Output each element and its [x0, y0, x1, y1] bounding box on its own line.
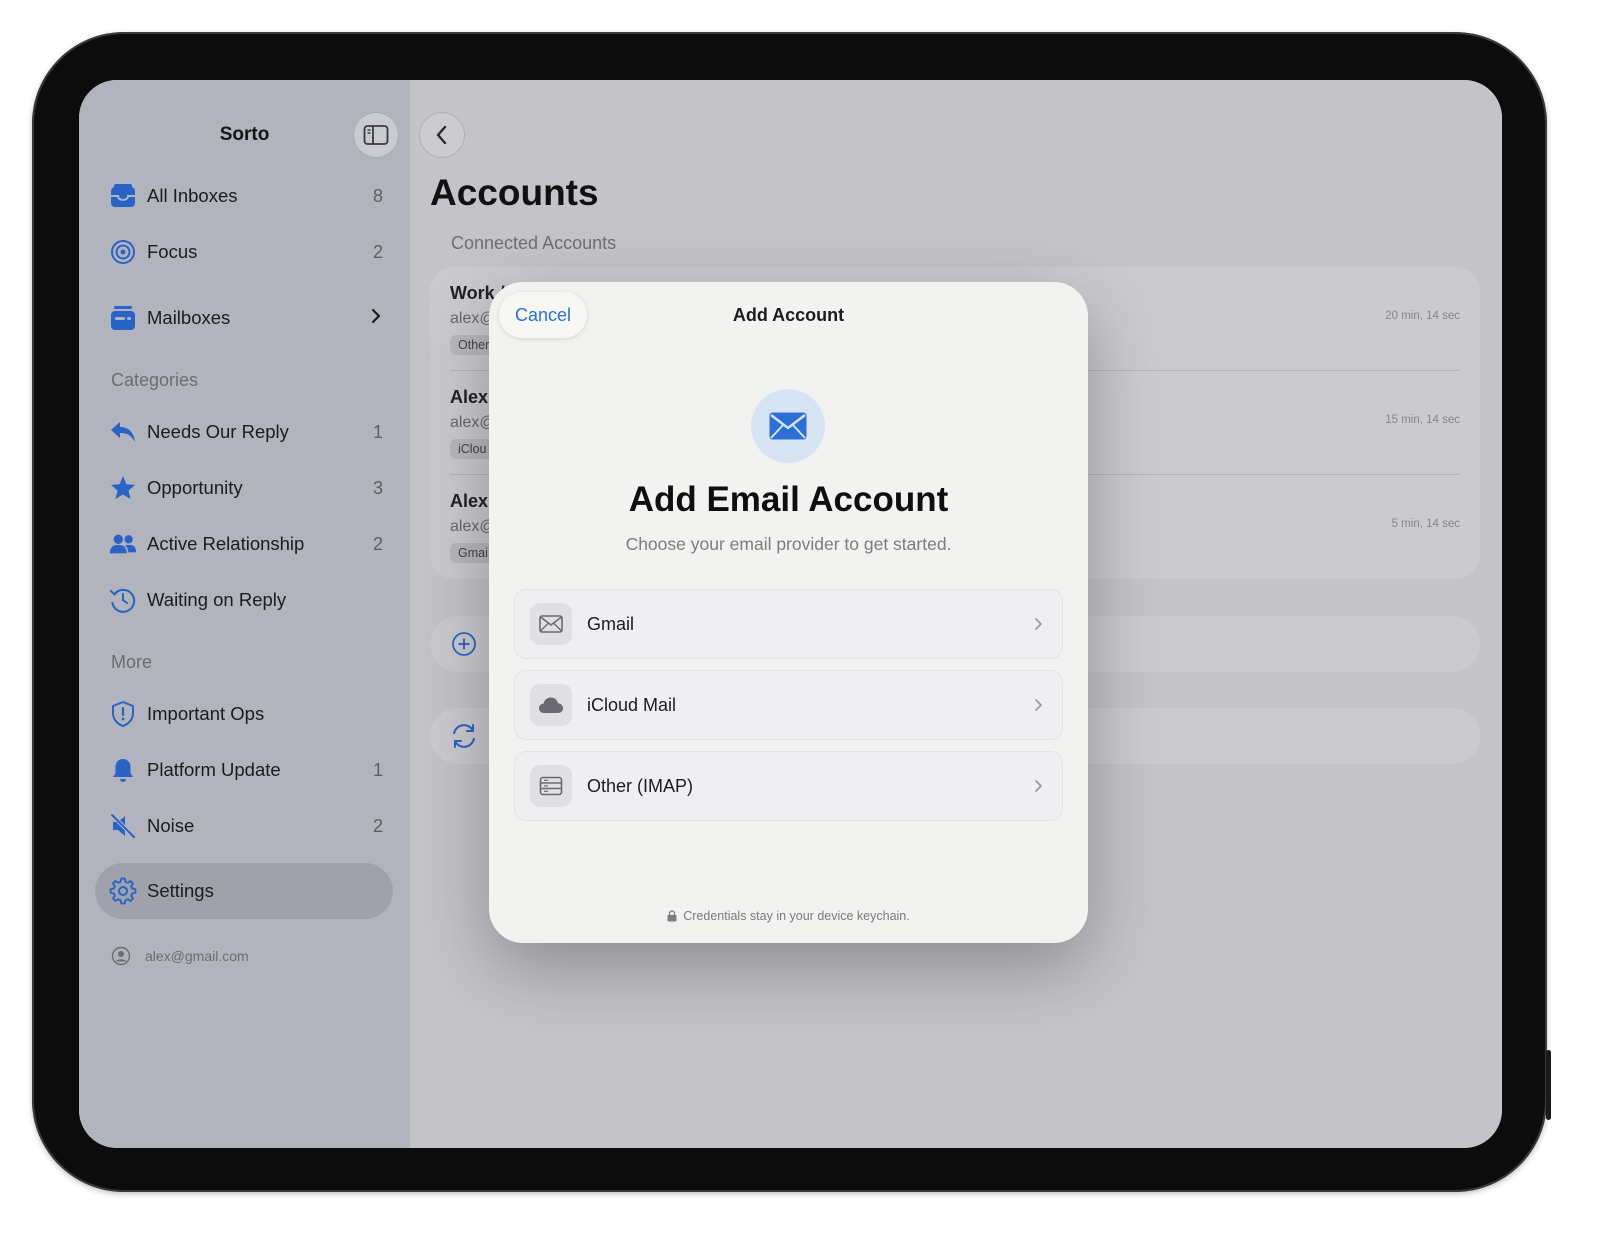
chevron-right-icon	[1026, 616, 1050, 632]
chevron-right-icon	[369, 307, 383, 330]
people-icon	[109, 530, 137, 558]
sidebar-item-focus[interactable]: Focus 2	[109, 232, 384, 272]
provider-tag: iClou	[450, 439, 495, 459]
sidebar-item-label: Needs Our Reply	[147, 421, 289, 442]
count-badge: 1	[372, 421, 383, 442]
shield-alert-icon	[109, 700, 137, 728]
sidebar-item-settings[interactable]: Settings	[109, 871, 384, 911]
tray-icon	[109, 182, 137, 210]
mute-icon	[109, 812, 137, 840]
reply-icon	[109, 418, 137, 446]
chevron-right-icon	[1026, 697, 1050, 713]
sidebar-item-label: All Inboxes	[147, 185, 238, 206]
sidebar-item-noise[interactable]: Noise 2	[109, 806, 384, 846]
provider-label: Other (IMAP)	[587, 775, 694, 796]
sheet-subtitle: Choose your email provider to get starte…	[625, 534, 952, 554]
count-badge: 3	[372, 477, 383, 498]
sidebar-item-important-ops[interactable]: Important Ops	[109, 694, 384, 734]
sidebar-toggle-button[interactable]	[353, 112, 399, 158]
account-name: Alex	[450, 491, 489, 511]
account-name: Alex	[450, 387, 489, 407]
sheet-footer: Credentials stay in your device keychain…	[489, 909, 1088, 923]
provider-option-icloud[interactable]: iCloud Mail	[514, 670, 1063, 740]
connected-accounts-header: Connected Accounts	[451, 233, 617, 253]
target-icon	[109, 238, 137, 266]
sidebar-item-waiting-on-reply[interactable]: Waiting on Reply	[109, 580, 384, 620]
page-title: Accounts	[430, 172, 599, 213]
footer-text: Credentials stay in your device keychain…	[683, 909, 910, 923]
person-circle-icon	[111, 946, 131, 966]
sidebar-item-label: Focus	[147, 241, 198, 262]
sidebar-item-label: Noise	[147, 815, 195, 836]
provider-option-gmail[interactable]: Gmail	[514, 589, 1063, 659]
sidebar: Sorto All Inboxes 8 Focus 2 Mailboxes Ca…	[79, 80, 410, 1148]
back-button[interactable]	[419, 112, 465, 158]
signed-in-account[interactable]: alex@gmail.com	[111, 946, 249, 966]
sync-icon	[450, 722, 478, 750]
count-badge: 2	[372, 533, 383, 554]
count-badge: 8	[372, 185, 383, 206]
lock-icon	[667, 910, 677, 922]
screen: Sorto All Inboxes 8 Focus 2 Mailboxes Ca…	[79, 80, 1502, 1148]
provider-option-imap[interactable]: Other (IMAP)	[514, 751, 1063, 821]
sidebar-item-label: Active Relationship	[147, 533, 305, 554]
plus-circle-icon	[450, 630, 478, 658]
sidebar-item-label: Mailboxes	[147, 307, 231, 328]
sidebar-item-active-relationship[interactable]: Active Relationship 2	[109, 524, 384, 564]
cloud-icon	[530, 684, 572, 726]
count-badge: 2	[372, 815, 383, 836]
add-account-sheet: Cancel Add Account Add Email Account Cho…	[489, 282, 1088, 943]
sidebar-item-platform-update[interactable]: Platform Update 1	[109, 750, 384, 790]
mailbox-icon	[109, 304, 137, 332]
server-icon	[530, 765, 572, 807]
sheet-heading: Add Email Account	[628, 480, 949, 519]
sidebar-item-label: Waiting on Reply	[147, 589, 287, 610]
envelope-icon	[751, 389, 825, 463]
sidebar-item-needs-our-reply[interactable]: Needs Our Reply 1	[109, 412, 384, 452]
star-icon	[109, 474, 137, 502]
provider-label: iCloud Mail	[587, 694, 677, 715]
sync-time: 20 min, 14 sec	[1385, 310, 1460, 322]
provider-label: Gmail	[587, 613, 635, 634]
count-badge: 2	[372, 241, 383, 262]
sync-time: 5 min, 14 sec	[1391, 518, 1460, 530]
sidebar-item-opportunity[interactable]: Opportunity 3	[109, 468, 384, 508]
side-button	[1546, 1050, 1551, 1120]
sheet-title: Add Account	[732, 305, 845, 325]
sidebar-item-label: Settings	[147, 880, 214, 901]
sidebar-item-label: Opportunity	[147, 477, 243, 498]
sidebar-item-mailboxes[interactable]: Mailboxes	[109, 298, 384, 338]
sidebar-item-label: Important Ops	[147, 703, 265, 724]
more-header: More	[111, 652, 153, 672]
clock-history-icon	[109, 586, 137, 614]
categories-header: Categories	[111, 370, 199, 390]
envelope-icon	[530, 603, 572, 645]
count-badge: 1	[372, 759, 383, 780]
account-email: alex@gmail.com	[145, 948, 249, 964]
bell-icon	[109, 756, 137, 784]
chevron-left-icon	[436, 125, 447, 145]
sidebar-item-label: Platform Update	[147, 759, 281, 780]
chevron-right-icon	[1026, 778, 1050, 794]
sidebar-icon	[363, 125, 389, 145]
gear-icon	[109, 877, 137, 905]
sync-time: 15 min, 14 sec	[1385, 414, 1460, 426]
sidebar-item-all-inboxes[interactable]: All Inboxes 8	[109, 176, 384, 216]
